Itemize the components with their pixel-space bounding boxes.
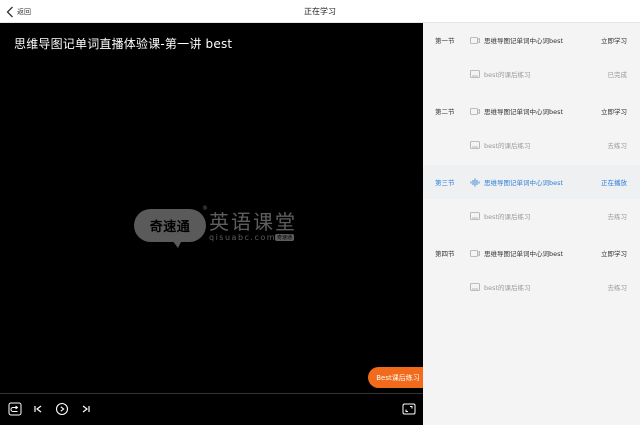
page-title: 正在学习 bbox=[304, 7, 336, 16]
next-icon bbox=[82, 405, 90, 413]
lesson-section: 第二节 bbox=[435, 108, 455, 116]
replay-icon bbox=[8, 402, 22, 416]
video-icon bbox=[470, 107, 480, 116]
previous-button[interactable] bbox=[31, 402, 45, 416]
logo-mascot: 奇速通 bbox=[134, 209, 206, 242]
lesson-section: 第四节 bbox=[435, 250, 455, 258]
logo-registered-mark: ® bbox=[202, 205, 208, 212]
watermark-logo: 奇速通 ® 英语课堂 qisuabc.com 奇速通 bbox=[134, 205, 304, 266]
exercise-title: best的课后练习 bbox=[484, 71, 531, 79]
lesson-item[interactable]: 第一节 思维导图记单词中心词best 立即学习 bbox=[423, 23, 640, 57]
exercise-item[interactable]: best的课后练习 已完成 bbox=[423, 57, 640, 91]
exercise-status[interactable]: 去练习 bbox=[608, 140, 628, 150]
exercise-item[interactable]: best的课后练习 去练习 bbox=[423, 128, 640, 162]
practice-button[interactable]: Best课后练习 bbox=[368, 367, 428, 388]
fullscreen-button[interactable] bbox=[402, 402, 416, 416]
exercise-icon bbox=[470, 212, 480, 221]
exercise-status[interactable]: 已完成 bbox=[608, 69, 628, 79]
play-icon bbox=[55, 402, 69, 416]
lesson-list: 第一节 思维导图记单词中心词best 立即学习 best的课后练习 已完成 第二… bbox=[423, 23, 640, 425]
exercise-title: best的课后练习 bbox=[484, 284, 531, 292]
logo-brand-en: qisuabc.com bbox=[209, 233, 277, 242]
lesson-status[interactable]: 立即学习 bbox=[601, 248, 627, 258]
lesson-title: 思维导图记单词中心词best bbox=[484, 179, 564, 187]
exercise-status[interactable]: 去练习 bbox=[608, 211, 628, 221]
lesson-section: 第三节 bbox=[435, 179, 455, 187]
lesson-status[interactable]: 立即学习 bbox=[601, 106, 627, 116]
exercise-title: best的课后练习 bbox=[484, 142, 531, 150]
exercise-item[interactable]: best的课后练习 去练习 bbox=[423, 199, 640, 233]
exercise-icon bbox=[470, 141, 480, 150]
logo-badge: 奇速通 bbox=[275, 234, 295, 241]
exercise-icon bbox=[470, 70, 480, 79]
replay-button[interactable] bbox=[8, 402, 22, 416]
logo-mascot-text: 奇速通 bbox=[149, 220, 191, 235]
lesson-title: 思维导图记单词中心词best bbox=[484, 108, 564, 116]
video-player[interactable]: 思维导图记单词直播体验课-第一讲 best 奇速通 ® 英语课堂 qisuabc… bbox=[0, 23, 428, 425]
video-icon bbox=[470, 36, 480, 45]
lesson-item-active[interactable]: 第三节 思维导图记单词中心词best 正在播放 bbox=[423, 165, 640, 199]
video-title: 思维导图记单词直播体验课-第一讲 best bbox=[14, 37, 233, 51]
audio-playing-icon bbox=[470, 178, 480, 187]
top-bar: 返回 正在学习 bbox=[0, 0, 640, 23]
lesson-item[interactable]: 第二节 思维导图记单词中心词best 立即学习 bbox=[423, 94, 640, 128]
video-icon bbox=[470, 249, 480, 258]
lesson-item[interactable]: 第四节 思维导图记单词中心词best 立即学习 bbox=[423, 236, 640, 270]
previous-icon bbox=[34, 405, 42, 413]
lesson-title: 思维导图记单词中心词best bbox=[484, 250, 564, 258]
exercise-title: best的课后练习 bbox=[484, 213, 531, 221]
fullscreen-icon bbox=[402, 403, 416, 415]
lesson-status[interactable]: 立即学习 bbox=[601, 35, 627, 45]
logo-brand-cn: 英语课堂 bbox=[209, 210, 297, 234]
lesson-section: 第一节 bbox=[435, 37, 455, 45]
play-button[interactable] bbox=[55, 402, 69, 416]
exercise-item[interactable]: best的课后练习 去练习 bbox=[423, 270, 640, 304]
exercise-icon bbox=[470, 283, 480, 292]
lesson-title: 思维导图记单词中心词best bbox=[484, 37, 564, 45]
lesson-status[interactable]: 正在播放 bbox=[601, 177, 627, 187]
player-controls bbox=[0, 393, 423, 425]
next-button[interactable] bbox=[79, 402, 93, 416]
exercise-status[interactable]: 去练习 bbox=[608, 282, 628, 292]
